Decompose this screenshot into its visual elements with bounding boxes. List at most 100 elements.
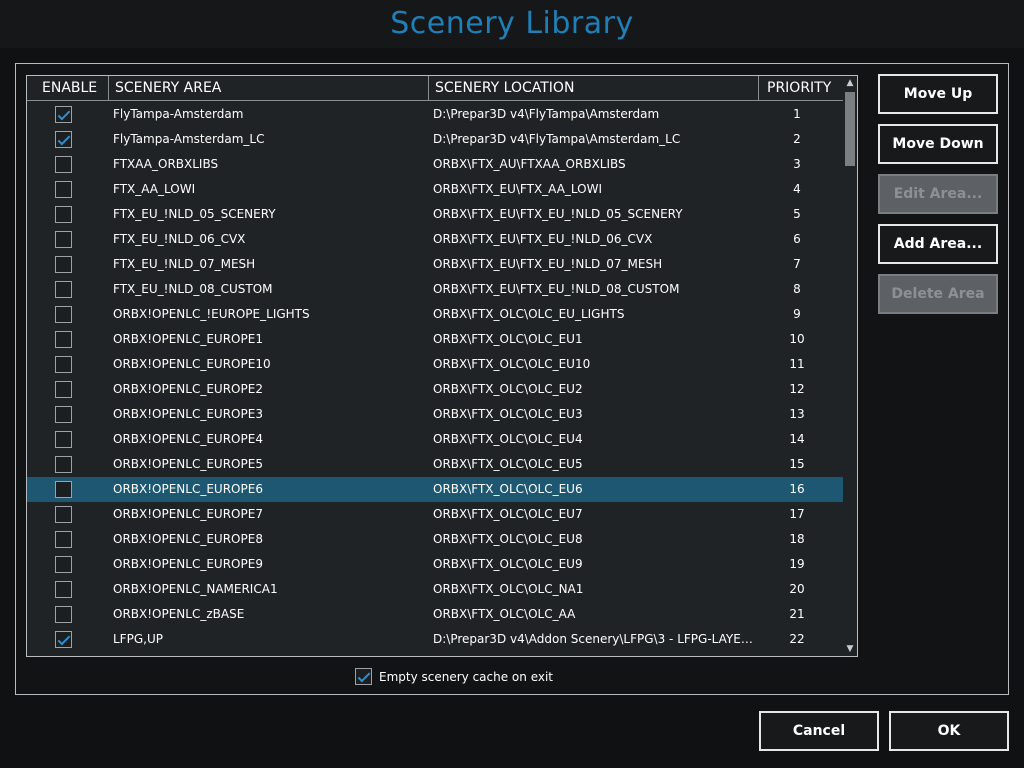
- priority-cell: 6: [793, 232, 801, 246]
- scenery-location-cell: ORBX\FTX_OLC\OLC_EU10: [433, 357, 591, 371]
- enable-checkbox[interactable]: [55, 631, 72, 648]
- enable-checkbox[interactable]: [55, 656, 72, 657]
- table-row[interactable]: ORBX!OPENLC_NAMERICA1 ORBX\FTX_OLC\OLC_NA…: [27, 577, 843, 602]
- scenery-location-cell: ORBX\FTX_OLC\OLC_NA1: [433, 582, 584, 596]
- table-row[interactable]: ORBX!OPENLC_EUROPE1 ORBX\FTX_OLC\OLC_EU1 1…: [27, 327, 843, 352]
- scenery-area-cell: ORBX!OPENLC_EUROPE10: [113, 357, 271, 371]
- table-row[interactable]: FTX_EU_!NLD_05_SCENERY ORBX\FTX_EU\FTX_EU…: [27, 202, 843, 227]
- table-row[interactable]: ORBX!OPENLC_zBASE ORBX\FTX_OLC\OLC_AA 21: [27, 602, 843, 627]
- scenery-area-cell: ORBX!OPENLC_zBASE: [113, 607, 245, 621]
- priority-cell: 15: [789, 457, 805, 471]
- priority-cell: 22: [789, 632, 805, 646]
- enable-checkbox[interactable]: [55, 181, 72, 198]
- table-row[interactable]: FlyTampa-Amsterdam_LC D:\Prepar3D v4\FlyT…: [27, 127, 843, 152]
- column-header-scenery-area[interactable]: SCENERY AREA: [109, 76, 429, 101]
- scenery-area-cell: FTX_AA_LOWI: [113, 182, 196, 196]
- table-row[interactable]: FTX_EU_!NLD_06_CVX ORBX\FTX_EU\FTX_EU_!NL…: [27, 227, 843, 252]
- scenery-location-cell: ORBX\FTX_OLC\OLC_EU8: [433, 532, 583, 546]
- enable-checkbox[interactable]: [55, 281, 72, 298]
- enable-checkbox[interactable]: [55, 506, 72, 523]
- window-title: Scenery Library: [390, 6, 634, 41]
- table-row[interactable]: FlyTampa-Amsterdam D:\Prepar3D v4\FlyTamp…: [27, 102, 843, 127]
- enable-checkbox[interactable]: [55, 131, 72, 148]
- move-down-button[interactable]: Move Down: [878, 124, 998, 164]
- table-row[interactable]: ORBX!OPENLC_EUROPE8 ORBX\FTX_OLC\OLC_EU8 1…: [27, 527, 843, 552]
- table-row[interactable]: ORBX!OPENLC_EUROPE9 ORBX\FTX_OLC\OLC_EU9 1…: [27, 552, 843, 577]
- scenery-location-cell: ORBX\FTX_OLC\OLC_EU2: [433, 382, 583, 396]
- scenery-area-cell: ORBX!OPENLC_EUROPE6: [113, 482, 263, 496]
- scenery-location-cell: ORBX\FTX_OLC\OLC_EU5: [433, 457, 583, 471]
- scenery-location-cell: ORBX\FTX_OLC\OLC_EU_LIGHTS: [433, 307, 625, 321]
- scenery-area-cell: ORBX!OPENLC_EUROPE3: [113, 407, 263, 421]
- scenery-area-cell: ORBX!OPENLC_EUROPE4: [113, 432, 263, 446]
- scenery-area-cell: FlyTampa-Amsterdam: [113, 107, 244, 121]
- scenery-location-cell: ORBX\FTX_EU\FTX_EU_!NLD_05_SCENERY: [433, 207, 683, 221]
- column-header-scenery-location[interactable]: SCENERY LOCATION: [429, 76, 759, 101]
- column-header-priority[interactable]: PRIORITY: [759, 76, 843, 101]
- table-row[interactable]: ORBX!OPENLC_EUROPE6 ORBX\FTX_OLC\OLC_EU6 1…: [27, 477, 843, 502]
- scenery-area-cell: ORBX!OPENLC_!EUROPE_LIGHTS: [113, 307, 310, 321]
- enable-checkbox[interactable]: [55, 556, 72, 573]
- scenery-area-cell: LFPG,UP: [113, 632, 163, 646]
- priority-cell: 19: [789, 557, 805, 571]
- priority-cell: 16: [789, 482, 805, 496]
- enable-checkbox[interactable]: [55, 381, 72, 398]
- table-row[interactable]: FTX_EU_!NLD_08_CUSTOM ORBX\FTX_EU\FTX_EU_…: [27, 277, 843, 302]
- enable-checkbox[interactable]: [55, 606, 72, 623]
- cancel-button[interactable]: Cancel: [759, 711, 879, 751]
- ok-button[interactable]: OK: [889, 711, 1009, 751]
- table-row[interactable]: ORBX!OPENLC_EUROPE5 ORBX\FTX_OLC\OLC_EU5 1…: [27, 452, 843, 477]
- edit-area-button[interactable]: Edit Area...: [878, 174, 998, 214]
- table-row[interactable]: ORBX!OPENLC_EUROPE7 ORBX\FTX_OLC\OLC_EU7 1…: [27, 502, 843, 527]
- enable-checkbox[interactable]: [55, 431, 72, 448]
- table-row[interactable]: FTXAA_ORBXLIBS ORBX\FTX_AU\FTXAA_ORBXLIBS…: [27, 152, 843, 177]
- priority-cell: 20: [789, 582, 805, 596]
- scenery-location-cell: ORBX\FTX_EU\FTX_EU_!NLD_07_MESH: [433, 257, 663, 271]
- enable-checkbox[interactable]: [55, 356, 72, 373]
- scenery-area-cell: FTX_EU_!NLD_05_SCENERY: [113, 207, 276, 221]
- scrollbar-thumb[interactable]: [845, 92, 855, 166]
- priority-cell: 8: [793, 282, 801, 296]
- enable-checkbox[interactable]: [55, 206, 72, 223]
- priority-cell: 13: [789, 407, 805, 421]
- priority-cell: 5: [793, 207, 801, 221]
- table-row[interactable]: ORBX!OPENLC_EUROPE4 ORBX\FTX_OLC\OLC_EU4 1…: [27, 427, 843, 452]
- table-row[interactable]: FTX_EU_!NLD_07_MESH ORBX\FTX_EU\FTX_EU_!N…: [27, 252, 843, 277]
- enable-checkbox[interactable]: [55, 406, 72, 423]
- enable-checkbox[interactable]: [55, 231, 72, 248]
- enable-checkbox[interactable]: [55, 156, 72, 173]
- table-row[interactable]: ORBX!OPENLC_EUROPE3 ORBX\FTX_OLC\OLC_EU3 1…: [27, 402, 843, 427]
- priority-cell: 2: [793, 132, 801, 146]
- scenery-area-cell: ORBX!OPENLC_EUROPE8: [113, 532, 263, 546]
- move-up-button[interactable]: Move Up: [878, 74, 998, 114]
- column-header-enable[interactable]: ENABLE: [27, 76, 109, 101]
- priority-cell: 17: [789, 507, 805, 521]
- scenery-location-cell: ORBX\FTX_AU\FTXAA_ORBXLIBS: [433, 157, 626, 171]
- table-row[interactable]: ORBX!OPENLC_EUROPE2 ORBX\FTX_OLC\OLC_EU2 1…: [27, 377, 843, 402]
- enable-checkbox[interactable]: [55, 481, 72, 498]
- scenery-location-cell: ORBX\FTX_OLC\OLC_AA: [433, 607, 576, 621]
- enable-checkbox[interactable]: [55, 531, 72, 548]
- scroll-up-arrow-icon[interactable]: ▲: [843, 76, 857, 90]
- vertical-scrollbar[interactable]: ▲ ▼: [843, 76, 857, 656]
- enable-checkbox[interactable]: [55, 581, 72, 598]
- table-row[interactable]: FTX_AA_LOWI ORBX\FTX_EU\FTX_AA_LOWI 4: [27, 177, 843, 202]
- enable-checkbox[interactable]: [55, 256, 72, 273]
- scroll-down-arrow-icon[interactable]: ▼: [843, 642, 857, 656]
- priority-cell: 1: [793, 107, 801, 121]
- table-row[interactable]: LFPG,UP D:\Prepar3D v4\Addon Scenery\LFPG…: [27, 627, 843, 652]
- delete-area-button[interactable]: Delete Area: [878, 274, 998, 314]
- scenery-location-cell: ORBX\FTX_OLC\OLC_EU1: [433, 332, 583, 346]
- enable-checkbox[interactable]: [55, 331, 72, 348]
- enable-checkbox[interactable]: [55, 306, 72, 323]
- enable-checkbox[interactable]: [55, 106, 72, 123]
- table-row[interactable]: ORBX!OPENLC_EUROPE10 ORBX\FTX_OLC\OLC_EU1…: [27, 352, 843, 377]
- table-row[interactable]: ORBX!OPENLC_!EUROPE_LIGHTS ORBX\FTX_OLC\O…: [27, 302, 843, 327]
- table-row-partial: [27, 652, 843, 657]
- enable-checkbox[interactable]: [55, 456, 72, 473]
- scenery-location-cell: ORBX\FTX_OLC\OLC_EU6: [433, 482, 583, 496]
- scenery-location-cell: ORBX\FTX_OLC\OLC_EU4: [433, 432, 583, 446]
- empty-cache-checkbox[interactable]: [355, 668, 372, 685]
- priority-cell: 14: [789, 432, 805, 446]
- add-area-button[interactable]: Add Area...: [878, 224, 998, 264]
